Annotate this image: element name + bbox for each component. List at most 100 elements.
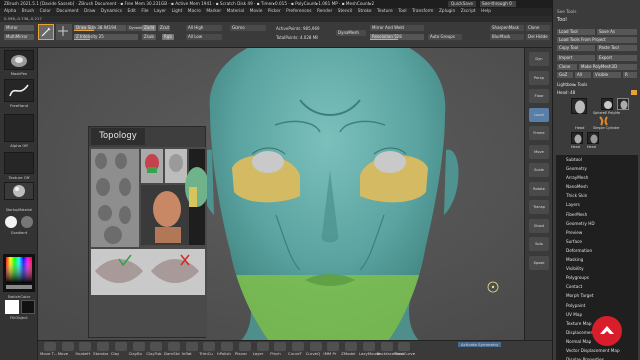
menu-item-material[interactable]: Material [227, 9, 244, 14]
all-low-button[interactable]: All Low [186, 34, 222, 40]
menu-item-picker[interactable]: Picker [268, 9, 281, 14]
menu-item-zscript[interactable]: Zscript [461, 9, 476, 14]
subpalette-visibility[interactable]: Visibility [556, 264, 638, 273]
r-button[interactable]: R [623, 72, 637, 78]
menu-item-render[interactable]: Render [317, 9, 332, 14]
load-tool-button[interactable]: Load Tool [557, 29, 595, 35]
subpalette-geometry-hd[interactable]: Geometry HD [556, 219, 638, 228]
brush-button-claybu[interactable] [132, 342, 145, 351]
brush-button-pinch[interactable] [274, 342, 287, 351]
menu-item-stroke[interactable]: Stroke [358, 9, 372, 14]
see-through-slider[interactable]: See-through 0 [480, 1, 516, 7]
subpalette-morph-target[interactable]: Morph Target [556, 291, 638, 300]
load-tools-from-project-button[interactable]: Load Tools From Project [557, 37, 637, 43]
alpha-slot[interactable] [4, 114, 34, 142]
menu-item-alpha[interactable]: Alpha [4, 9, 16, 14]
mirror-button[interactable]: Mirror [4, 25, 34, 31]
right-shelf-button-ghost[interactable]: Ghost [529, 218, 549, 233]
activate-symmetry-button[interactable]: Activate Symmetry [458, 342, 502, 347]
tool-thumb-head-3[interactable] [571, 132, 583, 144]
export-button[interactable]: Export [597, 55, 637, 61]
subpalette-geometry[interactable]: Geometry [556, 164, 638, 173]
tool-thumb-head-4[interactable] [587, 132, 599, 144]
zcut-button[interactable]: Zcut [158, 25, 170, 31]
back-color-swatch[interactable] [21, 300, 35, 314]
brush-slot[interactable] [4, 50, 34, 70]
brush-button-curvet[interactable] [292, 342, 304, 351]
all-high-button[interactable]: All High [186, 25, 222, 31]
gizmo-toggle[interactable]: Gizmo [230, 25, 266, 31]
menu-item-zplugin[interactable]: Zplugin [439, 9, 455, 14]
subpalette-arraymesh[interactable]: ArrayMesh [556, 173, 638, 182]
lightbox-tools-link[interactable]: Lightbox▸ Tools [557, 82, 587, 87]
color-picker[interactable] [3, 254, 35, 292]
clone-tool-button[interactable]: Clone [557, 64, 577, 70]
menu-item-texture[interactable]: Texture [377, 9, 393, 14]
brush-button-hpolish[interactable] [221, 342, 234, 351]
brush-button-planar[interactable] [238, 342, 251, 351]
paste-tool-button[interactable]: Paste Tool [597, 45, 637, 51]
brush-button-accucurve[interactable] [398, 342, 411, 351]
menu-item-marker[interactable]: Marker [206, 9, 221, 14]
brush-button-move[interactable] [61, 342, 74, 351]
right-shelf-button-local[interactable]: Local [529, 107, 549, 122]
brush-button-layer[interactable] [256, 342, 269, 351]
rgb-button[interactable]: Rgb [162, 34, 174, 40]
all-button[interactable]: All [575, 72, 591, 78]
brush-button-standar[interactable] [97, 342, 110, 351]
right-shelf-button-persp[interactable]: Persp [529, 70, 549, 85]
menu-item-edit[interactable]: Edit [128, 9, 136, 14]
brush-button-backfacemask[interactable] [380, 342, 393, 351]
menu-item-brush[interactable]: Brush [22, 9, 34, 14]
subpalette-masking[interactable]: Masking [556, 255, 638, 264]
subpalette-subtool[interactable]: Subtool [556, 155, 638, 164]
brush-button-claytub[interactable] [150, 342, 163, 351]
subpalette-surface[interactable]: Surface [556, 237, 638, 246]
menu-item-transform[interactable]: Transform [412, 9, 433, 14]
auto-groups-button[interactable]: Auto Groups [428, 34, 462, 40]
right-shelf-button-dyn[interactable]: Dyn [529, 52, 549, 66]
subpalette-vector-displacement-map[interactable]: Vector Displacement Map [556, 346, 638, 355]
subpalette-display-properties[interactable]: Display Properties [556, 355, 638, 360]
menu-item-preferences[interactable]: Preferences [286, 9, 311, 14]
multimirror-button[interactable]: MultiMirror [4, 34, 34, 40]
quicksave-button[interactable]: QuickSave [447, 1, 476, 7]
clone-button[interactable]: Clone [526, 25, 550, 31]
brush-button-movet[interactable] [44, 342, 56, 351]
brush-button-immpr[interactable] [327, 342, 340, 351]
import-button[interactable]: Import [557, 55, 595, 61]
z-intensity-slider[interactable]: Z Intensity 25 [74, 34, 138, 40]
menu-item-color[interactable]: Color [40, 9, 51, 14]
right-shelf-button-xpose[interactable]: Xpose [529, 255, 549, 270]
menu-item-movie[interactable]: Movie [250, 9, 263, 14]
menu-item-tool[interactable]: Tool [398, 9, 406, 14]
right-shelf-button-frame[interactable]: Frame [529, 126, 549, 140]
make-polymesh-button[interactable]: Make PolyMesh3D [579, 64, 637, 70]
subpalette-deformation[interactable]: Deformation [556, 246, 638, 255]
right-shelf-button-transp[interactable]: Transp [529, 200, 549, 214]
brush-button-trimcu[interactable] [203, 342, 216, 351]
menu-item-dynamics[interactable]: Dynamics [101, 9, 122, 14]
menu-item-document[interactable]: Document [56, 9, 78, 14]
goz-button[interactable]: GoZ [557, 72, 573, 78]
right-shelf-button-move[interactable]: Move [529, 144, 549, 159]
tool-thumb-head-small[interactable] [617, 98, 629, 110]
subpalette-nanomesh[interactable]: NanoMesh [556, 182, 638, 191]
dynamesh-button[interactable]: DynaMesh [336, 30, 366, 36]
secondary-swatch[interactable] [21, 216, 33, 228]
brush-button-lazymouse[interactable] [362, 342, 375, 351]
zadd-button[interactable]: Zadd [142, 25, 156, 31]
right-shelf-button-rotate[interactable]: Rotate [529, 181, 549, 196]
subpalette-polypaint[interactable]: Polypaint [556, 301, 638, 310]
blur-mask-button[interactable]: BlurMask [490, 34, 524, 40]
mirror-and-weld-button[interactable]: Mirror And Weld [370, 25, 424, 31]
front-color-swatch[interactable] [5, 300, 19, 314]
main-color-swatch[interactable] [5, 216, 17, 228]
subpalette-polygroups[interactable]: Polygroups [556, 273, 638, 282]
menu-item-stencil[interactable]: Stencil [338, 9, 353, 14]
material-slot[interactable] [4, 182, 34, 200]
brush-button-clay[interactable] [114, 342, 127, 351]
resolution-slider[interactable]: Resolution 528 [370, 34, 424, 40]
menu-item-macro[interactable]: Macro [188, 9, 201, 14]
stroke-slot[interactable] [4, 79, 34, 102]
